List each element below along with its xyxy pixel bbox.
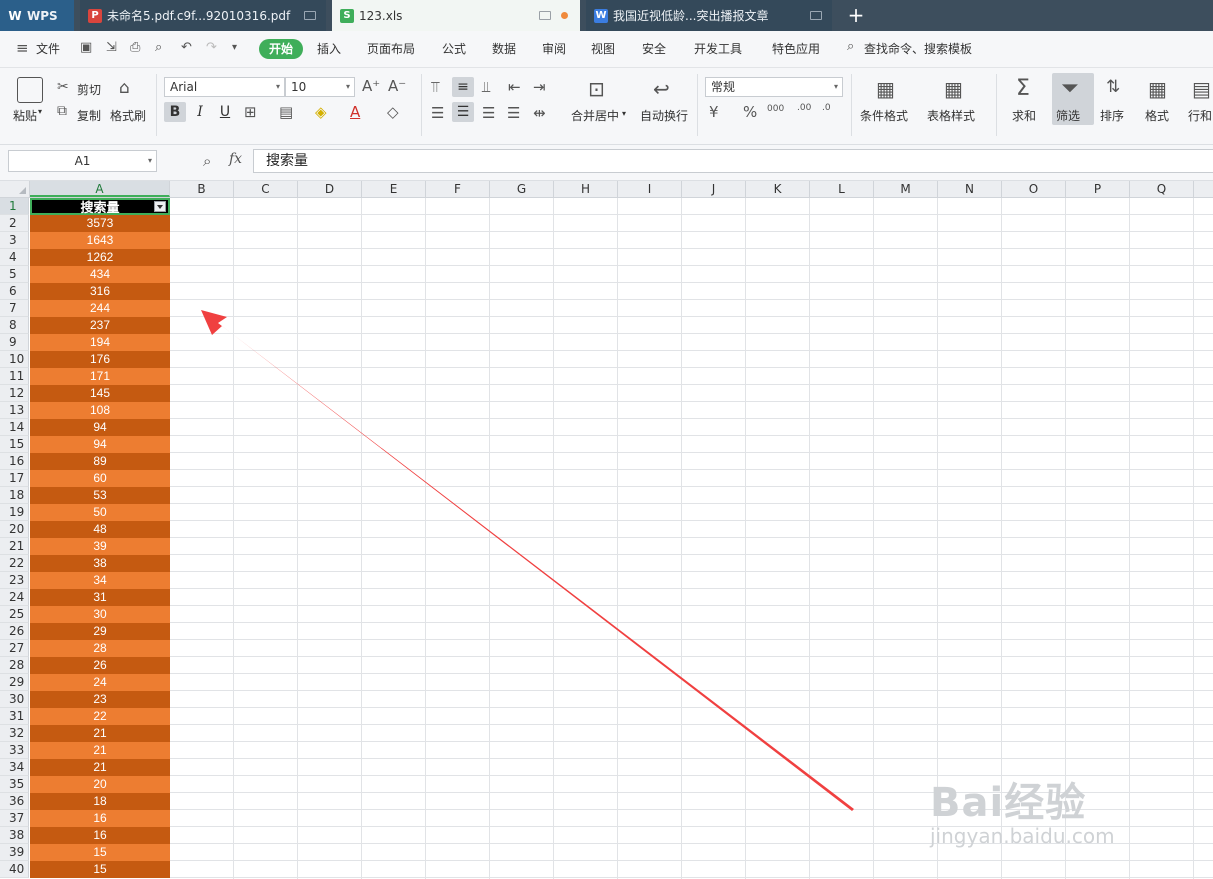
watermark-url: jingyan.baidu.com bbox=[930, 824, 1115, 848]
arrow-shape bbox=[201, 310, 854, 811]
baidu-jingyan-watermark: Bai经验 jingyan.baidu.com bbox=[930, 770, 1115, 848]
annotation-arrow bbox=[201, 310, 854, 811]
watermark-brand: Bai经验 bbox=[930, 780, 1087, 826]
